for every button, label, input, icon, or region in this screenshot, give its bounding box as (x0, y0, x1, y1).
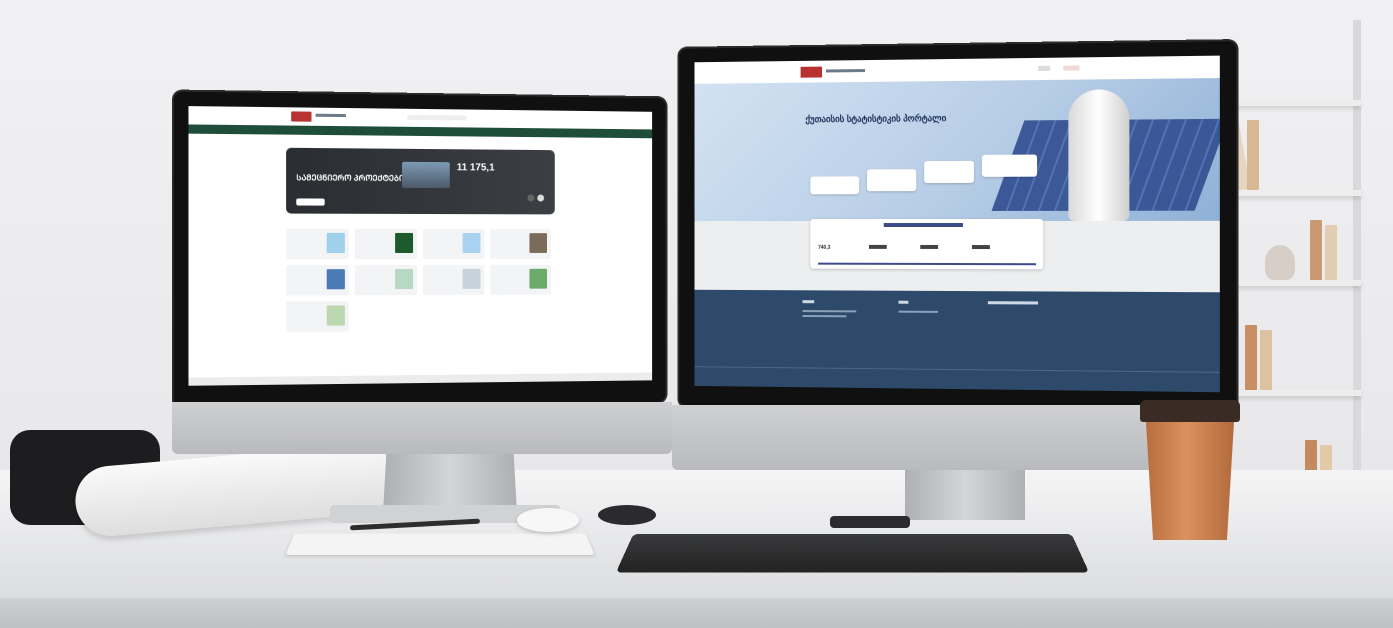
category-card[interactable] (286, 228, 349, 260)
keyboard (285, 533, 595, 556)
banner-button[interactable] (296, 198, 325, 206)
left-banner: ᲡᲐᲛᲔᲪᲜᲘᲔᲠᲝ ᲞᲠᲝᲔᲥᲢᲔᲑᲘ 11 175,1 (286, 147, 555, 215)
category-card[interactable] (490, 229, 551, 259)
desk-edge (0, 598, 1393, 628)
category-card[interactable] (286, 301, 349, 332)
next-arrow-icon[interactable] (537, 194, 545, 202)
right-logo (800, 66, 823, 78)
right-monitor-stand (905, 465, 1025, 520)
left-search-input[interactable] (407, 114, 467, 121)
drawing-tablet (615, 533, 1090, 573)
hero-link-card[interactable] (924, 160, 974, 184)
category-card[interactable] (423, 228, 485, 260)
stat-value: 740,3 (818, 244, 831, 251)
category-card[interactable] (354, 265, 418, 296)
hero-link-card[interactable] (810, 176, 860, 195)
left-logo (291, 111, 312, 122)
vase (1265, 245, 1295, 280)
right-footer (694, 289, 1220, 393)
coffee-cup (1140, 400, 1240, 540)
phone (830, 516, 910, 528)
category-card[interactable] (423, 264, 485, 296)
banner-title: ᲡᲐᲛᲔᲪᲜᲘᲔᲠᲝ ᲞᲠᲝᲔᲥᲢᲔᲑᲘ (296, 173, 405, 183)
hero: ქუთაისის სტატისტიკის პორტალი (694, 78, 1220, 222)
left-monitor: ᲡᲐᲛᲔᲪᲜᲘᲔᲠᲝ ᲞᲠᲝᲔᲥᲢᲔᲑᲘ 11 175,1 (173, 91, 666, 409)
category-card[interactable] (490, 264, 551, 295)
language-button[interactable] (1038, 65, 1051, 71)
stats-panel: 740,3 (810, 218, 1044, 270)
hero-title: ქუთაისის სტატისტიკის პორტალი (805, 113, 947, 125)
prev-arrow-icon[interactable] (527, 194, 535, 202)
left-monitor-chin (172, 402, 672, 454)
category-card[interactable] (354, 228, 418, 260)
hero-link-card[interactable] (867, 169, 917, 192)
right-screen: ქუთაისის სტატისტიკის პორტალი 740,3 (694, 55, 1220, 393)
wind-turbine (1068, 89, 1130, 221)
mouse (517, 508, 579, 532)
login-button[interactable] (1063, 65, 1080, 71)
left-screen: ᲡᲐᲛᲔᲪᲜᲘᲔᲠᲝ ᲞᲠᲝᲔᲥᲢᲔᲑᲘ 11 175,1 (188, 106, 653, 386)
category-card[interactable] (286, 265, 349, 296)
right-monitor: ქუთაისის სტატისტიკის პორტალი 740,3 (679, 41, 1237, 414)
hero-link-card[interactable] (981, 154, 1038, 177)
dark-mouse (598, 505, 656, 525)
banner-number: 11 175,1 (456, 162, 495, 174)
banner-image (402, 161, 450, 189)
